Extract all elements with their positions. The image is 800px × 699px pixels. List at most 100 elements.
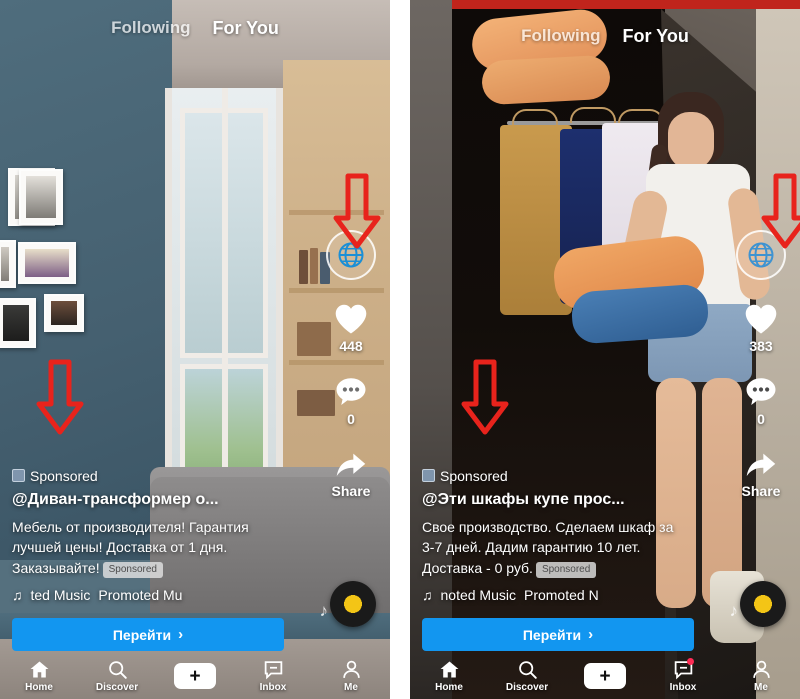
nav-label-me: Me xyxy=(344,682,358,693)
comment-button[interactable]: 0 xyxy=(334,376,368,427)
person-icon xyxy=(752,660,770,678)
nav-item-discover[interactable]: Discover xyxy=(78,659,156,693)
music-disc-icon[interactable] xyxy=(740,581,786,627)
ad-caption: Sponsored @Эти шкафы купе прос... Свое п… xyxy=(422,468,728,603)
nav-label-inbox: Inbox xyxy=(669,682,697,693)
nav-label-discover: Discover xyxy=(505,682,549,693)
desc-line-3: Доставка - 0 руб. xyxy=(422,559,533,576)
share-arrow-icon xyxy=(746,453,776,477)
plus-icon[interactable]: + xyxy=(170,663,220,689)
plus-icon[interactable]: + xyxy=(580,663,630,689)
sponsored-label: Sponsored xyxy=(440,467,508,484)
home-icon xyxy=(30,661,48,678)
comment-count: 0 xyxy=(757,411,765,427)
heart-icon xyxy=(745,304,777,334)
account-handle[interactable]: @Диван-трансформер о... xyxy=(12,491,318,509)
cta-chevron-icon: › xyxy=(588,626,594,643)
tab-following[interactable]: Following xyxy=(111,18,190,38)
desc-line-2: лучшей цены! Доставка от 1 дня. xyxy=(12,539,228,556)
tiktok-ad-panel-right: Following For You 383 0 Share ♪ Sponsore… xyxy=(410,0,800,699)
sponsored-square-icon xyxy=(422,469,435,483)
nav-item-create[interactable]: + xyxy=(156,663,234,689)
nav-item-home[interactable]: Home xyxy=(0,659,78,693)
nav-item-discover[interactable]: Discover xyxy=(488,659,566,693)
inbox-notification-dot xyxy=(687,658,694,665)
annotation-arrow-to-sponsored xyxy=(36,359,84,435)
panel-divider xyxy=(390,0,410,699)
desc-line-1: Мебель от производителя! Гарантия xyxy=(12,518,249,535)
action-rail: 383 0 Share xyxy=(730,230,792,521)
action-rail: 448 0 Share xyxy=(320,230,382,521)
share-arrow-icon xyxy=(336,453,366,477)
bottom-nav: Home Discover + Inbox Me xyxy=(0,653,390,699)
music-note-icon: ♫ xyxy=(422,587,433,603)
desc-line-1: Свое производство. Сделаем шкаф за xyxy=(422,518,674,535)
nav-label-home: Home xyxy=(25,682,53,693)
sponsored-label: Sponsored xyxy=(30,467,98,484)
share-button[interactable]: Share xyxy=(331,449,371,499)
sponsored-badge: Sponsored xyxy=(422,468,508,484)
music-title-right: Promoted N xyxy=(523,587,599,603)
cta-button[interactable]: Перейти › xyxy=(422,618,694,651)
inline-sponsored-chip: Sponsored xyxy=(535,561,597,578)
sponsored-badge: Sponsored xyxy=(12,468,98,484)
cta-label: Перейти xyxy=(112,626,172,643)
search-icon xyxy=(518,661,537,679)
music-ticker[interactable]: ♫ ted Music Promoted Mu xyxy=(12,587,318,603)
music-note-floating-icon: ♪ xyxy=(729,601,739,620)
account-handle[interactable]: @Эти шкафы купе прос... xyxy=(422,491,728,509)
cta-chevron-icon: › xyxy=(178,626,184,643)
like-button[interactable]: 448 xyxy=(333,302,369,354)
nav-item-inbox[interactable]: Inbox xyxy=(234,659,312,693)
search-icon xyxy=(108,661,127,679)
share-label: Share xyxy=(331,483,371,499)
ui-overlay: Following For You xyxy=(0,0,390,699)
like-button[interactable]: 383 xyxy=(743,302,779,354)
feed-tabs: Following For You xyxy=(0,0,390,56)
like-count: 383 xyxy=(749,338,773,354)
nav-label-home: Home xyxy=(435,682,463,693)
sponsored-square-icon xyxy=(12,469,25,483)
cta-label: Перейти xyxy=(522,626,582,643)
screenshot-stage: Following For You 448 0 Share ♪ Sponsore… xyxy=(0,0,800,699)
nav-item-me[interactable]: Me xyxy=(312,659,390,693)
tiktok-ad-panel-left: Following For You 448 0 Share ♪ Sponsore… xyxy=(0,0,390,699)
bottom-nav: Home Discover + Inbox Me xyxy=(410,653,800,699)
cta-button[interactable]: Перейти › xyxy=(12,618,284,651)
music-title-right: Promoted Mu xyxy=(98,587,183,603)
nav-item-create[interactable]: + xyxy=(566,663,644,689)
tab-for-you[interactable]: For You xyxy=(212,18,278,39)
nav-label-discover: Discover xyxy=(95,682,139,693)
annotation-arrow-to-avatar xyxy=(333,173,381,249)
music-title-left: noted Music xyxy=(440,587,516,603)
comment-button[interactable]: 0 xyxy=(744,376,778,427)
inbox-icon xyxy=(264,661,282,680)
tab-for-you[interactable]: For You xyxy=(622,26,688,47)
home-icon xyxy=(440,661,458,678)
comment-icon xyxy=(746,378,776,405)
annotation-arrow-to-sponsored xyxy=(461,359,509,435)
share-label: Share xyxy=(741,483,781,499)
nav-label-me: Me xyxy=(754,682,768,693)
ad-description: Мебель от производителя! Гарантия лучшей… xyxy=(12,517,318,578)
ad-description: Свое производство. Сделаем шкаф за 3-7 д… xyxy=(422,517,728,578)
nav-item-home[interactable]: Home xyxy=(410,659,488,693)
desc-line-2: 3-7 дней. Дадим гарантию 10 лет. xyxy=(422,539,641,556)
annotation-arrow-to-avatar xyxy=(761,173,800,249)
music-title-left: ted Music xyxy=(30,587,91,603)
nav-item-me[interactable]: Me xyxy=(722,659,800,693)
like-count: 448 xyxy=(339,338,363,354)
feed-tabs: Following For You xyxy=(410,8,800,64)
share-button[interactable]: Share xyxy=(741,449,781,499)
ad-caption: Sponsored @Диван-трансформер о... Мебель… xyxy=(12,468,318,603)
nav-item-inbox[interactable]: Inbox xyxy=(644,658,722,693)
music-note-floating-icon: ♪ xyxy=(319,601,329,620)
music-disc-icon[interactable] xyxy=(330,581,376,627)
tab-following[interactable]: Following xyxy=(521,26,600,46)
desc-line-3: Заказывайте! xyxy=(12,559,100,576)
music-note-icon: ♫ xyxy=(12,587,23,603)
heart-icon xyxy=(335,304,367,334)
comment-icon xyxy=(336,378,366,405)
music-ticker[interactable]: ♫ noted Music Promoted N xyxy=(422,587,728,603)
nav-label-inbox: Inbox xyxy=(259,682,287,693)
